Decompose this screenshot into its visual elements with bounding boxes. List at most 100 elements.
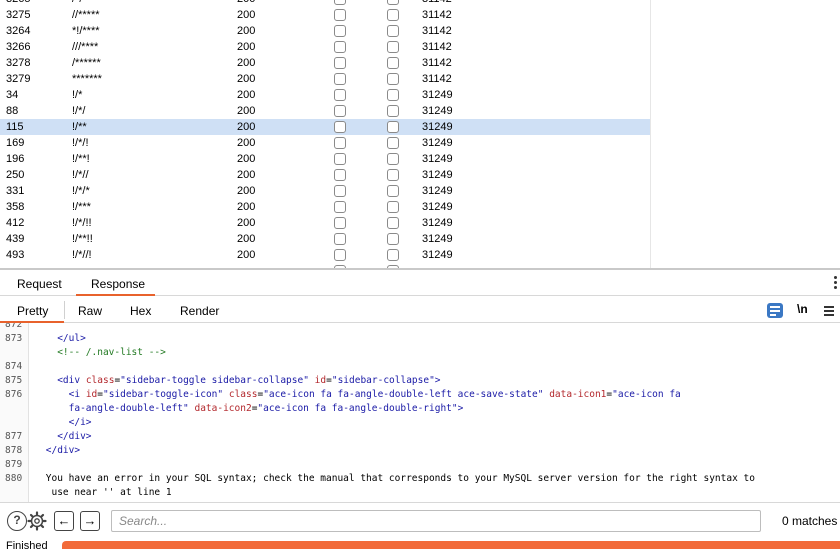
table-row[interactable]: 412 !/*/!! 200 31249 xyxy=(0,215,650,231)
timeout-checkbox[interactable] xyxy=(387,73,399,85)
code-text: <div class="sidebar-toggle sidebar-colla… xyxy=(57,375,441,386)
payload-cell: !/*/* xyxy=(72,185,90,197)
code-line: <!-- /.nav-list --> xyxy=(0,346,840,360)
code-text: </div> xyxy=(45,445,81,456)
table-row[interactable]: 3265 /*/ 200 31142 xyxy=(0,0,650,7)
error-checkbox[interactable] xyxy=(334,233,346,245)
word-wrap-icon[interactable] xyxy=(767,303,783,318)
table-row[interactable]: 3278 /****** 200 31142 xyxy=(0,55,650,71)
timeout-checkbox[interactable] xyxy=(387,9,399,21)
payload-cell: !/*/ xyxy=(72,105,86,117)
timeout-checkbox[interactable] xyxy=(387,57,399,69)
timeout-checkbox[interactable] xyxy=(387,121,399,133)
error-checkbox[interactable] xyxy=(334,137,346,149)
request-id-cell: 3275 xyxy=(6,9,31,21)
request-id-cell: 439 xyxy=(6,233,25,245)
payload-cell: !/**! xyxy=(72,153,90,165)
table-row[interactable]: 439 !/**!! 200 31249 xyxy=(0,231,650,247)
error-checkbox[interactable] xyxy=(334,249,346,261)
length-cell: 31249 xyxy=(422,185,453,197)
status-code-cell: 200 xyxy=(237,153,256,165)
error-checkbox[interactable] xyxy=(334,153,346,165)
error-checkbox[interactable] xyxy=(334,41,346,53)
error-checkbox[interactable] xyxy=(334,89,346,101)
status-code-cell: 200 xyxy=(237,233,256,245)
hamburger-menu-icon[interactable] xyxy=(824,306,834,318)
request-id-cell: 3278 xyxy=(6,57,31,69)
timeout-checkbox[interactable] xyxy=(387,217,399,229)
error-checkbox[interactable] xyxy=(334,121,346,133)
timeout-checkbox[interactable] xyxy=(387,233,399,245)
request-id-cell: 196 xyxy=(6,153,25,165)
error-checkbox[interactable] xyxy=(334,9,346,21)
table-row[interactable]: 493 !/*//! 200 31249 xyxy=(0,247,650,263)
payload-cell: ******* xyxy=(72,73,102,85)
tab-hex[interactable]: Hex xyxy=(130,304,151,318)
error-checkbox[interactable] xyxy=(334,201,346,213)
table-row[interactable]: 88 !/*/ 200 31249 xyxy=(0,103,650,119)
gear-icon[interactable] xyxy=(27,511,47,531)
status-code-cell: 200 xyxy=(237,137,256,149)
error-checkbox[interactable] xyxy=(334,105,346,117)
table-row[interactable]: 3264 *!/**** 200 31142 xyxy=(0,23,650,39)
status-code-cell: 200 xyxy=(237,185,256,197)
error-checkbox[interactable] xyxy=(334,25,346,37)
table-row[interactable]: 3279 ******* 200 31142 xyxy=(0,71,650,87)
timeout-checkbox[interactable] xyxy=(387,89,399,101)
table-row[interactable]: 250 !/*// 200 31249 xyxy=(0,167,650,183)
length-cell: 31142 xyxy=(422,0,452,7)
code-line: </i> xyxy=(0,416,840,430)
timeout-checkbox[interactable] xyxy=(387,153,399,165)
table-row[interactable]: 169 !/*/! 200 31249 xyxy=(0,135,650,151)
response-editor[interactable]: 872 873 </ul> <!-- /.nav-list --> 874 875 <… xyxy=(0,323,840,502)
table-row[interactable]: 3275 //***** 200 31142 xyxy=(0,7,650,23)
timeout-checkbox[interactable] xyxy=(387,169,399,181)
timeout-checkbox[interactable] xyxy=(387,249,399,261)
code-line: 873 </ul> xyxy=(0,332,840,346)
error-checkbox[interactable] xyxy=(334,0,346,5)
code-text: </div> xyxy=(57,431,92,442)
length-cell: 31249 xyxy=(422,89,453,101)
table-row[interactable]: 358 !/*** 200 31249 xyxy=(0,199,650,215)
timeout-checkbox[interactable] xyxy=(387,41,399,53)
previous-match-button[interactable]: ← xyxy=(54,511,74,531)
timeout-checkbox[interactable] xyxy=(387,185,399,197)
show-newlines-button[interactable]: \n xyxy=(797,302,808,316)
error-checkbox[interactable] xyxy=(334,169,346,181)
timeout-checkbox[interactable] xyxy=(387,25,399,37)
table-row[interactable]: 196 !/**! 200 31249 xyxy=(0,151,650,167)
timeout-checkbox[interactable] xyxy=(387,201,399,213)
timeout-checkbox[interactable] xyxy=(387,0,399,5)
error-checkbox[interactable] xyxy=(334,57,346,69)
payload-cell: !/* xyxy=(72,89,83,101)
next-match-button[interactable]: → xyxy=(80,511,100,531)
tab-render[interactable]: Render xyxy=(180,304,219,318)
request-id-cell: 34 xyxy=(6,89,19,101)
view-tabs: Pretty Raw Hex Render \n xyxy=(0,297,840,323)
message-tabs: Request Response xyxy=(0,270,840,296)
table-row[interactable]: 331 !/*/* 200 31249 xyxy=(0,183,650,199)
table-row[interactable]: 34 !/* 200 31249 xyxy=(0,87,650,103)
timeout-checkbox[interactable] xyxy=(387,137,399,149)
status-code-cell: 200 xyxy=(237,169,256,181)
error-checkbox[interactable] xyxy=(334,73,346,85)
tab-response[interactable]: Response xyxy=(91,277,145,291)
active-tab-indicator xyxy=(76,294,155,296)
table-row[interactable]: 115 !/** 200 31249 xyxy=(0,119,650,135)
request-id-cell: 169 xyxy=(6,137,25,149)
more-options-icon[interactable] xyxy=(834,276,838,290)
code-lines: 872 873 </ul> <!-- /.nav-list --> 874 875 <… xyxy=(0,323,840,502)
results-table: 3265 /*/ 200 31142 3275 //***** 200 31142 3264 *!… xyxy=(0,0,840,268)
tab-raw[interactable]: Raw xyxy=(78,304,102,318)
error-checkbox[interactable] xyxy=(334,217,346,229)
help-icon[interactable]: ? xyxy=(7,511,27,531)
payload-cell: ///**** xyxy=(72,41,99,53)
table-row[interactable]: 3266 ///**** 200 31142 xyxy=(0,39,650,55)
status-code-cell: 200 xyxy=(237,73,256,85)
request-id-cell: 115 xyxy=(6,121,24,133)
search-input[interactable] xyxy=(111,510,761,532)
error-checkbox[interactable] xyxy=(334,185,346,197)
tab-request[interactable]: Request xyxy=(17,277,62,291)
tab-pretty[interactable]: Pretty xyxy=(17,304,48,318)
timeout-checkbox[interactable] xyxy=(387,105,399,117)
